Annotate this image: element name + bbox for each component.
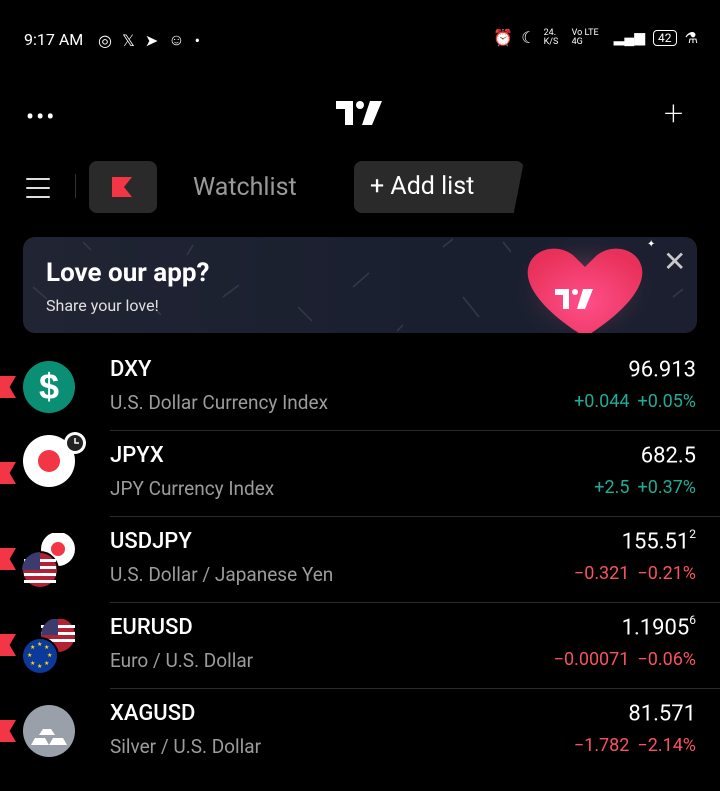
svg-text:★: ★ — [44, 644, 49, 651]
add-list-label: + Add list — [370, 172, 475, 201]
price-value: 155.51 — [621, 529, 690, 555]
change-value: −0.321 — [573, 563, 630, 584]
svg-text:✦: ✦ — [647, 239, 655, 250]
watchlist-row[interactable]: USDJPY U.S. Dollar / Japanese Yen 155.512 −… — [0, 517, 720, 603]
dot-icon: • — [194, 30, 201, 50]
flag-icon — [112, 177, 132, 197]
system-icons: ⏰ ☾ 24. K/S Vo LTE 4G ▂▄▆ 42 ⚗ — [493, 28, 698, 47]
svg-text:★: ★ — [37, 641, 42, 648]
svg-text:$: $ — [39, 366, 59, 407]
change-percent: −2.14% — [637, 735, 696, 756]
usd-jpy-flags-icon — [21, 532, 82, 593]
price-value: 682.5 — [640, 443, 696, 469]
price: 1.19056 — [621, 613, 696, 641]
eur-usd-flags-icon: ★ ★ ★ ★ ★ ★ ★ ★ — [21, 618, 82, 679]
symbol: JPYX — [110, 443, 164, 468]
symbol-description: JPY Currency Index — [110, 477, 275, 500]
price-superscript: 2 — [689, 527, 696, 541]
change: +2.5 +0.37% — [594, 477, 696, 498]
tradingview-logo — [336, 101, 382, 129]
add-icon[interactable]: + — [664, 97, 683, 131]
x-icon: 𝕏 — [121, 30, 135, 50]
watchlist-row[interactable]: ★ ★ ★ ★ ★ ★ ★ ★ EURUSD Euro / U.S. Dollar 1.19056−… — [0, 603, 720, 689]
add-list-button[interactable]: + Add list — [354, 161, 524, 213]
tab-watchlist[interactable]: Watchlist — [193, 173, 297, 202]
change-percent: −0.21% — [637, 563, 696, 584]
price-value: 1.1905 — [621, 615, 690, 641]
price: 96.913 — [628, 357, 696, 382]
dollar-icon: $ — [23, 361, 75, 417]
change-percent: +0.05% — [637, 391, 697, 412]
svg-text:★: ★ — [47, 652, 52, 659]
watchlist-row[interactable]: XAGUSD Silver / U.S. Dollar 81.571 −1.782 −2… — [0, 689, 720, 775]
symbol-description: Silver / U.S. Dollar — [110, 735, 262, 758]
change: −0.321 −0.21% — [574, 563, 696, 584]
watchlist-row[interactable]: JPYX JPY Currency Index 682.5 +2.5 +0.37% — [0, 431, 720, 517]
price: 155.512 — [621, 527, 696, 555]
change-value: +0.044 — [574, 391, 630, 412]
change-value: −1.782 — [573, 735, 630, 756]
moon-icon: ☾ — [521, 28, 536, 47]
flagged-list-tab[interactable] — [89, 161, 157, 213]
flask-icon: ⚗ — [684, 28, 698, 47]
change-percent: +0.37% — [637, 477, 697, 498]
flag-marker-icon — [0, 376, 16, 398]
data-speed: 24. K/S — [543, 27, 559, 47]
price-value: 96.913 — [628, 357, 696, 383]
heart-icon: ✦ — [513, 237, 657, 333]
flag-marker-icon — [0, 462, 16, 484]
whatsapp-icon: ◎ — [98, 30, 112, 50]
banner-subtitle: Share your love! — [46, 296, 159, 315]
symbol: EURUSD — [110, 615, 193, 640]
change: +0.044 +0.05% — [574, 391, 696, 412]
close-icon[interactable]: ✕ — [663, 245, 686, 278]
signal-icon: ▂▄▆ — [613, 30, 646, 46]
silver-bars-icon — [23, 705, 75, 761]
promo-banner[interactable]: Love our app? Share your love! ✦ ✕ — [23, 237, 697, 333]
more-icon[interactable]: ••• — [26, 103, 56, 131]
change-percent: −0.06% — [637, 649, 696, 670]
snapchat-icon: ☺ — [168, 30, 185, 49]
toolbar-divider — [75, 174, 76, 198]
symbol: XAGUSD — [110, 701, 196, 726]
price: 682.5 — [641, 443, 696, 468]
banner-title: Love our app? — [46, 258, 210, 288]
change: −1.782 −2.14% — [574, 735, 696, 756]
svg-text:★: ★ — [30, 644, 35, 651]
svg-text:★: ★ — [44, 660, 49, 667]
svg-text:★: ★ — [30, 660, 35, 667]
status-time: 9:17 AM — [24, 30, 84, 49]
telegram-icon: ➤ — [144, 30, 159, 50]
price-value: 81.571 — [628, 701, 696, 727]
symbol-description: U.S. Dollar Currency Index — [110, 391, 328, 414]
notification-icons: ◎ 𝕏 ➤ ☺ • — [98, 30, 200, 50]
network-label: Vo LTE 4G — [571, 27, 599, 47]
flag-marker-icon — [0, 548, 16, 570]
change-value: −0.00071 — [553, 649, 630, 670]
alarm-icon: ⏰ — [493, 28, 514, 47]
symbol-description: U.S. Dollar / Japanese Yen — [110, 563, 334, 586]
japan-flag-icon — [23, 431, 89, 491]
battery-icon: 42 — [653, 29, 677, 46]
price-superscript: 6 — [689, 613, 696, 627]
change-value: +2.5 — [594, 477, 630, 498]
price: 81.571 — [628, 701, 696, 726]
svg-text:★: ★ — [37, 663, 42, 670]
flag-marker-icon — [0, 720, 16, 742]
change: −0.00071 −0.06% — [554, 649, 696, 670]
symbol: DXY — [110, 357, 152, 382]
svg-text:★: ★ — [27, 652, 32, 659]
menu-icon[interactable] — [26, 178, 50, 205]
symbol: USDJPY — [110, 529, 192, 554]
flag-marker-icon — [0, 634, 16, 656]
watchlist-row[interactable]: $ DXY U.S. Dollar Currency Index 96.913 +0.0… — [0, 345, 720, 431]
symbol-description: Euro / U.S. Dollar — [110, 649, 254, 672]
